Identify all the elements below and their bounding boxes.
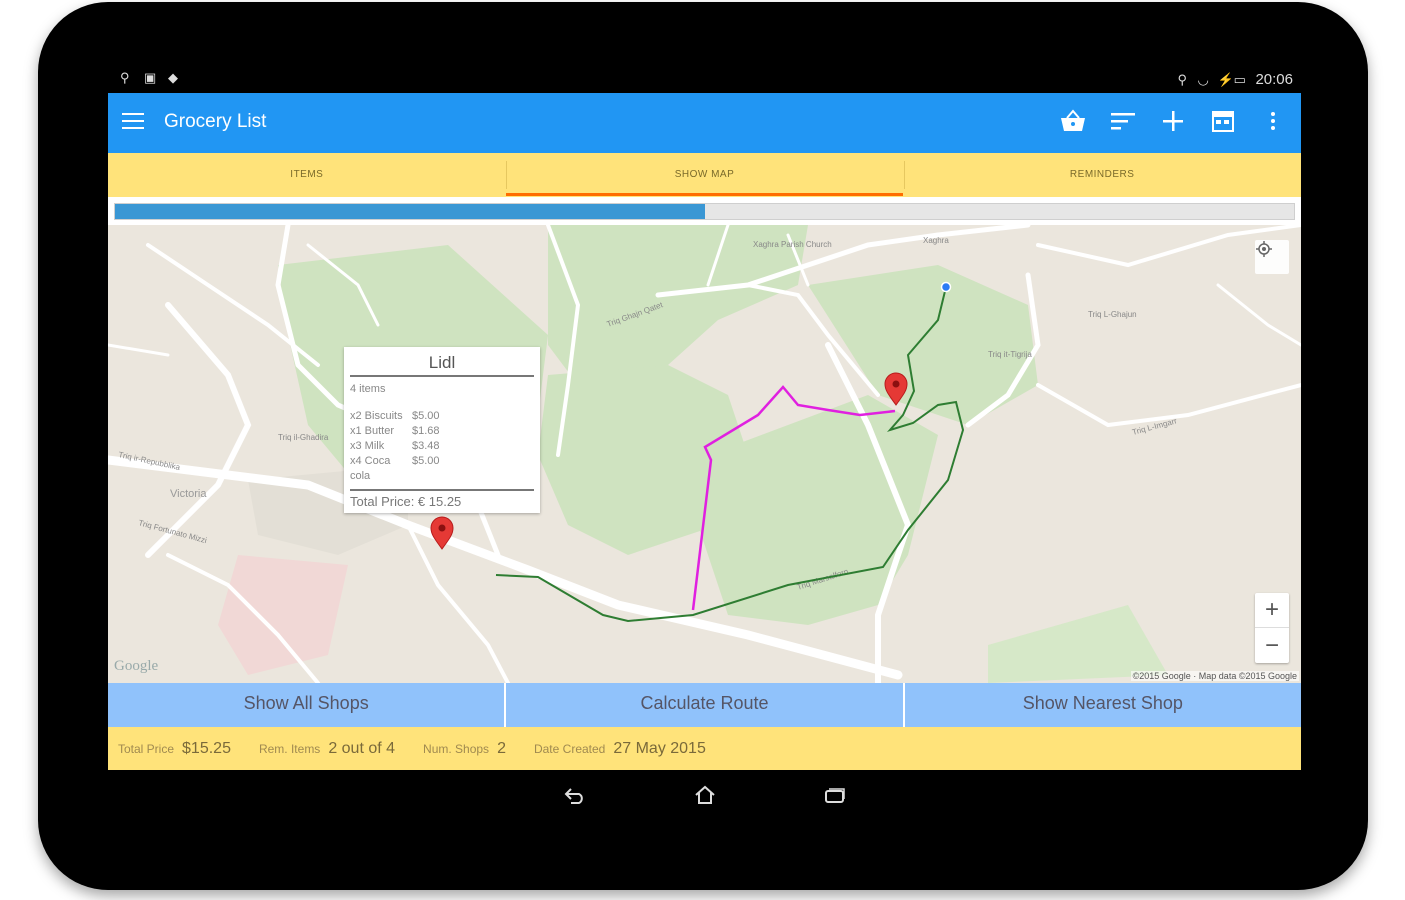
progress-bar — [114, 203, 1295, 220]
location-icon: ⚲ — [1177, 71, 1187, 87]
list-item: x1 Butter $1.68 — [350, 424, 534, 439]
date-created-value: 27 May 2015 — [613, 739, 706, 757]
total-price-label: Total Price — [118, 741, 175, 756]
google-logo: Google — [114, 658, 159, 674]
item-name: x1 Butter — [350, 425, 395, 437]
my-location-dot — [940, 281, 952, 293]
sort-icon[interactable] — [1109, 107, 1137, 135]
map-label: Xaghra — [923, 236, 949, 245]
popup-title: Lidl — [350, 347, 534, 377]
show-all-shops-button[interactable]: Show All Shops — [108, 683, 507, 727]
action-buttons: Show All Shops Calculate Route Show Near… — [108, 683, 1301, 727]
num-shops-value: 2 — [497, 739, 506, 757]
map-view[interactable]: Xaghra Parish Church Xaghra Victoria Tri… — [108, 225, 1301, 683]
back-icon[interactable] — [560, 782, 590, 808]
crosshair-icon — [1256, 241, 1272, 257]
more-vert-icon[interactable] — [1259, 107, 1287, 135]
zoom-in-button[interactable]: + — [1255, 593, 1289, 628]
total-price-value: $15.25 — [182, 739, 231, 757]
list-item: x4 Coca cola $5.00 — [350, 454, 534, 484]
menu-icon[interactable] — [122, 113, 144, 131]
calculate-route-button[interactable]: Calculate Route — [506, 683, 905, 727]
map-attribution: ©2015 Google · Map data ©2015 Google — [1130, 671, 1299, 681]
date-created-label: Date Created — [533, 741, 606, 756]
home-icon[interactable] — [690, 782, 720, 808]
map-label: Xaghra Parish Church — [753, 240, 832, 249]
show-nearest-shop-button[interactable]: Show Nearest Shop — [904, 683, 1301, 727]
map-canvas: Xaghra Parish Church Xaghra Victoria Tri… — [108, 225, 1301, 683]
app-bar: Grocery List — [108, 93, 1301, 153]
item-price: $5.00 — [412, 410, 440, 422]
popup-item-list: x2 Biscuits $5.00 x1 Butter $1.68 x3 Milk $… — [344, 395, 540, 484]
map-label: Triq il-Ghadira — [278, 433, 329, 442]
item-name: x3 Milk — [350, 440, 385, 452]
tab-items[interactable]: ITEMS — [108, 153, 506, 197]
num-shops-summary: Num. Shops 2 — [423, 740, 506, 758]
popup-item-count: 4 items — [350, 383, 386, 395]
system-nav-bar — [560, 782, 850, 808]
tab-divider — [904, 161, 905, 189]
device-screen: ⚲ ▣ ◆ ⚲ ◡ ⚡▭ 20:06 Grocery List ITEMS SH… — [108, 66, 1301, 770]
tab-reminders[interactable]: REMINDERS — [903, 153, 1301, 197]
recents-icon[interactable] — [820, 782, 850, 808]
progress-area — [108, 197, 1301, 225]
list-item: x3 Milk $3.48 — [350, 439, 534, 454]
android-icon: ◆ — [168, 70, 178, 85]
map-label: Victoria — [170, 488, 207, 500]
tab-divider — [506, 161, 507, 189]
notification-icon: ▣ — [144, 70, 157, 85]
basket-icon[interactable] — [1059, 107, 1087, 135]
zoom-controls: + − — [1255, 593, 1289, 663]
my-location-button[interactable] — [1255, 240, 1289, 274]
add-icon[interactable] — [1159, 107, 1187, 135]
item-name: x2 Biscuits — [350, 410, 403, 422]
battery-icon: ⚡▭ — [1217, 71, 1246, 87]
zoom-out-button[interactable]: − — [1255, 628, 1289, 663]
tab-bar: ITEMS SHOW MAP REMINDERS — [108, 153, 1301, 197]
popup-total-price: Total Price: € 15.25 — [350, 489, 534, 509]
remaining-items-label: Rem. Items — [258, 741, 321, 756]
status-bar: ⚲ ▣ ◆ ⚲ ◡ ⚡▭ 20:06 — [108, 66, 1301, 93]
total-price-summary: Total Price $15.25 — [118, 740, 231, 758]
item-name: x4 Coca cola — [350, 455, 391, 482]
progress-fill — [115, 204, 705, 219]
remaining-items-summary: Rem. Items 2 out of 4 — [259, 740, 395, 758]
date-created-summary: Date Created 27 May 2015 — [534, 740, 706, 758]
summary-footer: Total Price $15.25 Rem. Items 2 out of 4… — [108, 727, 1301, 770]
usb-icon: ⚲ — [120, 70, 130, 85]
item-price: $1.68 — [412, 425, 440, 437]
map-label: Triq it-Tigrija — [988, 350, 1032, 359]
map-label: Triq Fortunato Mizzi — [137, 518, 208, 545]
item-price: $3.48 — [412, 440, 440, 452]
shop-info-popup[interactable]: Lidl 4 items x2 Biscuits $5.00 x1 Butter $… — [344, 347, 540, 513]
item-price: $5.00 — [412, 455, 440, 467]
remaining-items-value: 2 out of 4 — [328, 739, 396, 757]
calendar-icon[interactable] — [1209, 107, 1237, 135]
map-label: Triq L-Ghajun — [1088, 310, 1137, 319]
app-title: Grocery List — [164, 111, 267, 132]
tab-show-map[interactable]: SHOW MAP — [505, 153, 904, 197]
list-item: x2 Biscuits $5.00 — [350, 409, 534, 424]
status-time: 20:06 — [1255, 71, 1293, 88]
wifi-icon: ◡ — [1197, 71, 1209, 87]
num-shops-label: Num. Shops — [423, 741, 490, 756]
